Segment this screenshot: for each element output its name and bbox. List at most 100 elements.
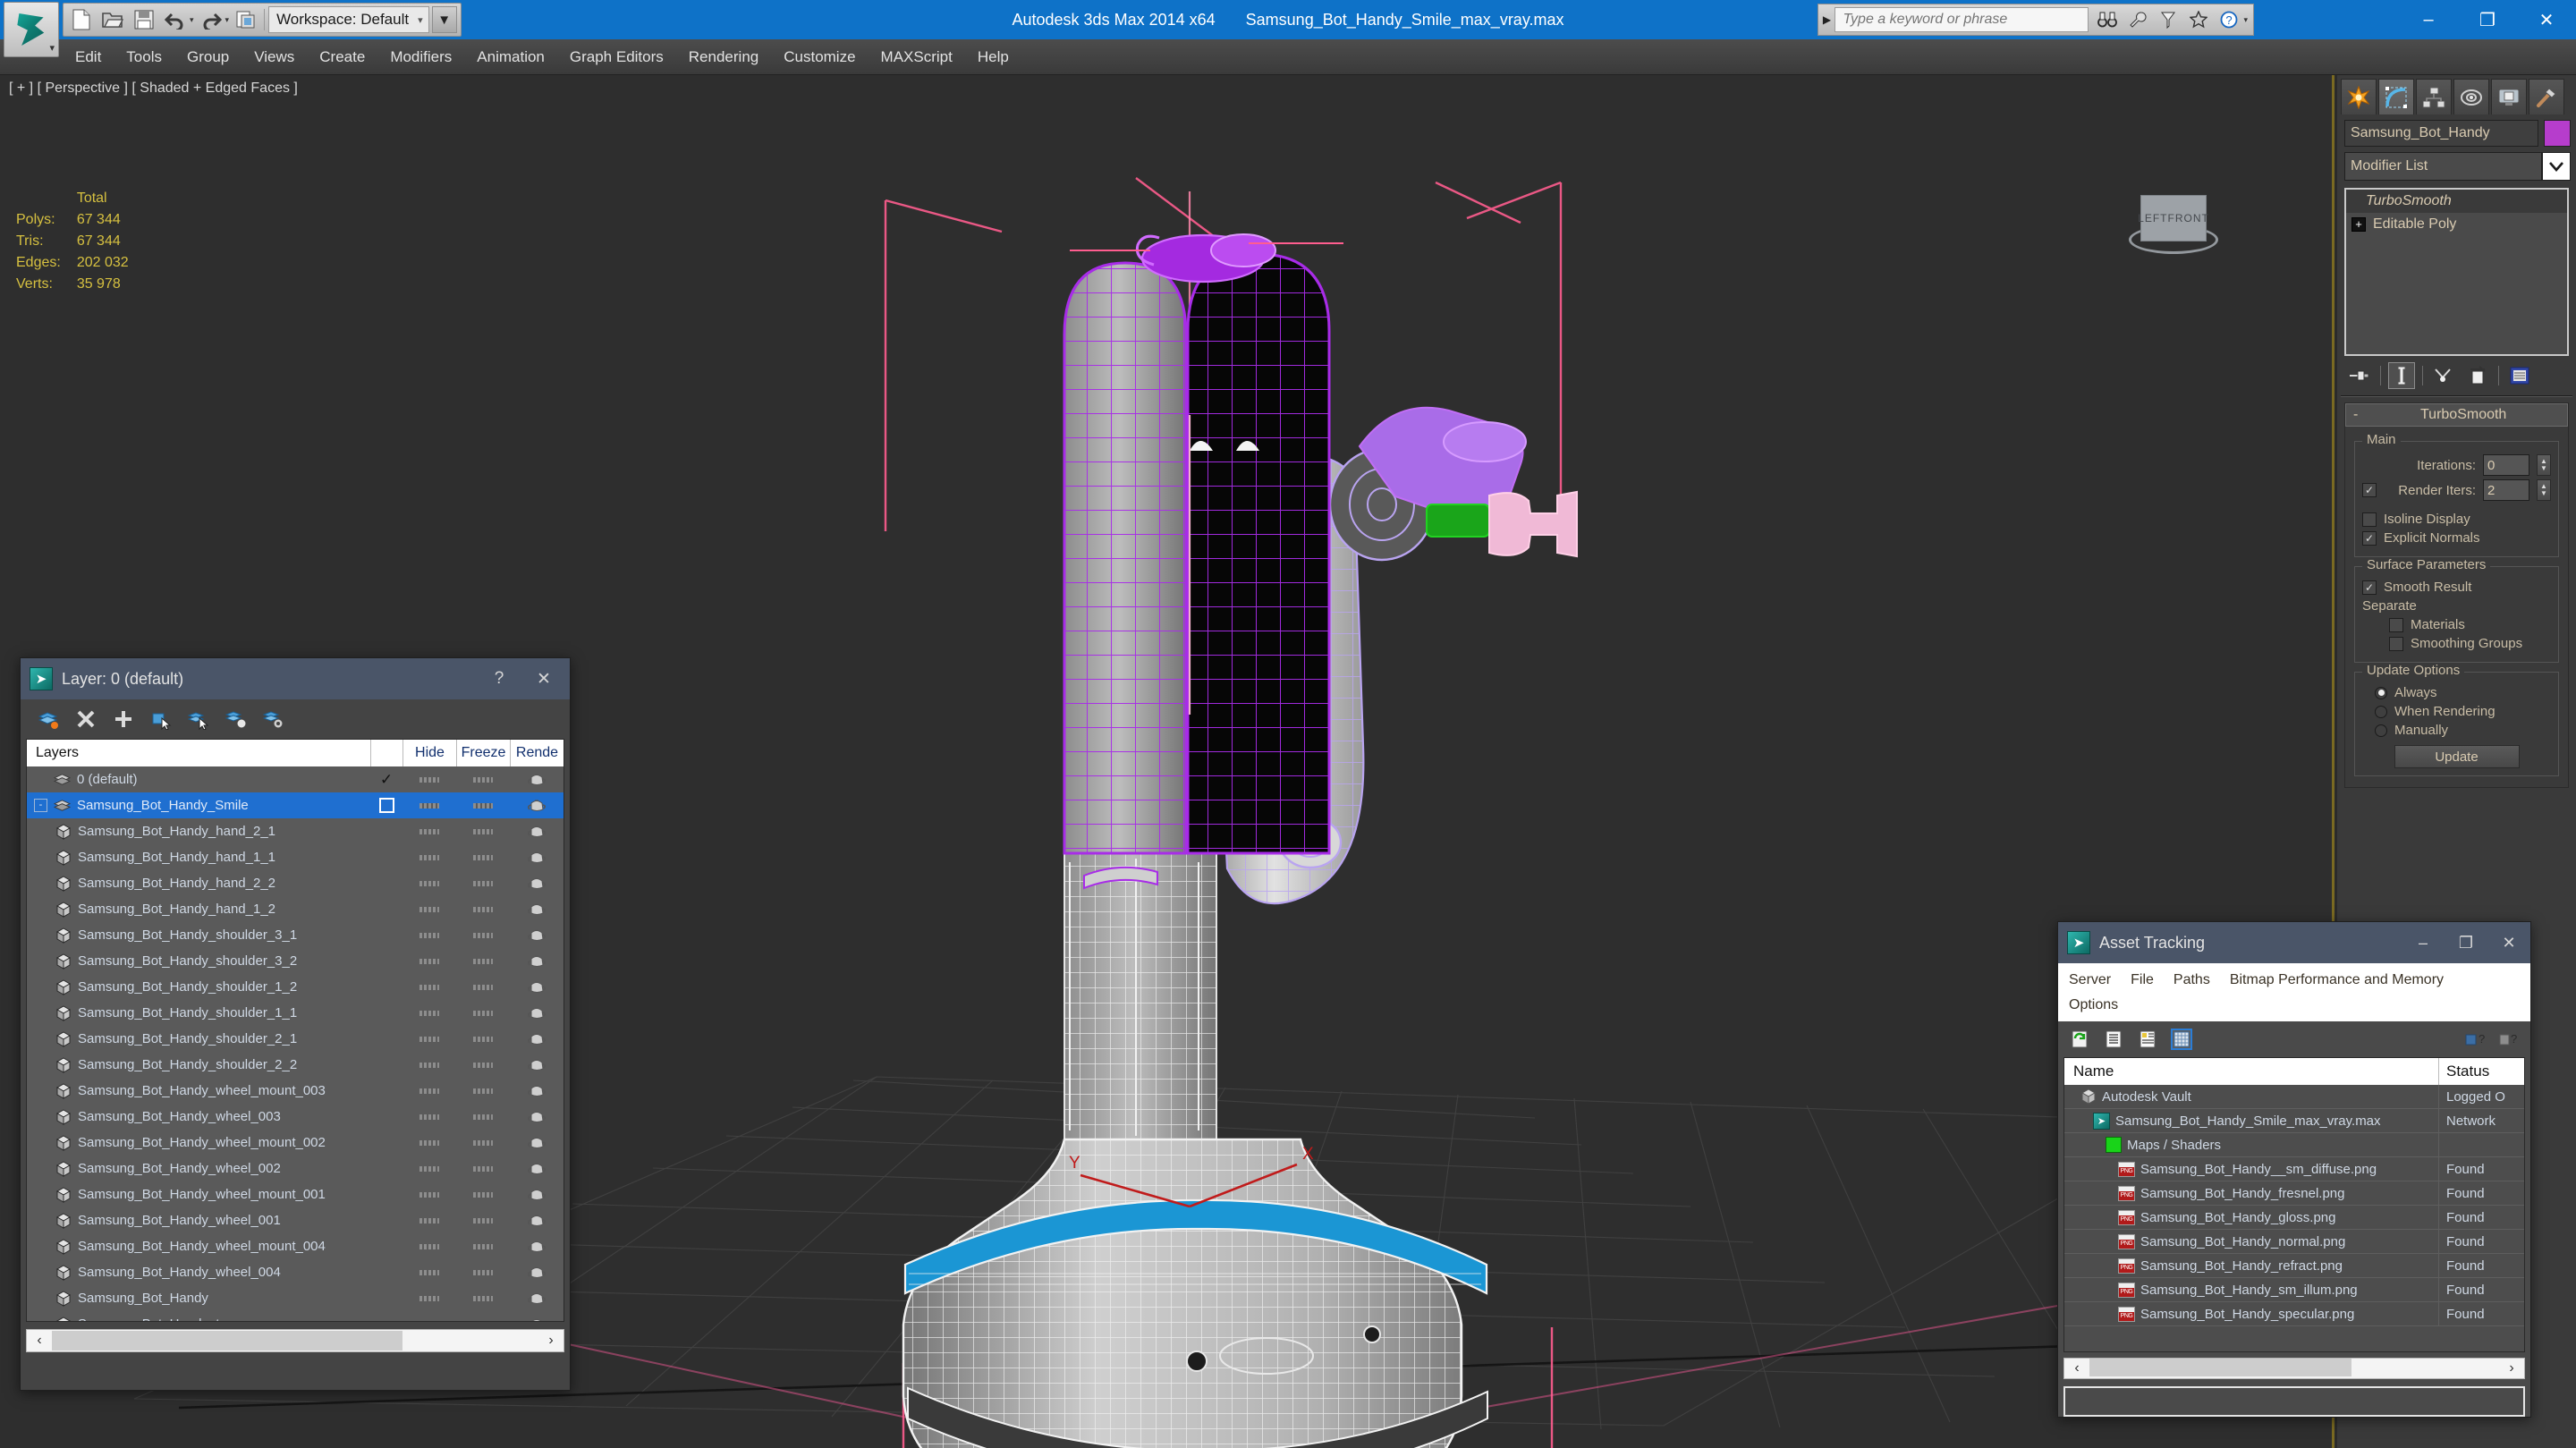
modify-tab[interactable] [2378,79,2414,114]
chevron-right-icon[interactable]: ▶ [1818,13,1835,26]
asset-scroll-track[interactable] [2089,1359,2499,1378]
layer-freeze-toggle[interactable] [456,802,510,809]
modifier-stack-item-turbosmooth[interactable]: TurboSmooth [2346,190,2567,213]
layer-render-toggle[interactable] [510,1135,564,1150]
render-iters-value[interactable]: 2 [2483,479,2529,501]
layer-object-row[interactable]: Samsung_Bot_Handy_shoulder_1_1 [27,1000,564,1026]
layer-object-row[interactable]: Samsung_Bot_Handy_shoulder_3_1 [27,922,564,948]
layer-render-toggle[interactable] [510,902,564,917]
menu-modifiers[interactable]: Modifiers [377,45,464,70]
layer-hide-toggle[interactable] [402,1114,456,1120]
layer-freeze-toggle[interactable] [456,1243,510,1249]
asset-row[interactable]: PNG Samsung_Bot_Handy__sm_diffuse.png Foun… [2064,1156,2524,1181]
layer-object-row[interactable]: Samsung_Bot_Handy_top [27,1311,564,1323]
turbosmooth-rollout-header[interactable]: - TurboSmooth [2345,403,2568,427]
select-objects-in-layer-icon[interactable] [149,707,173,731]
modifier-stack[interactable]: TurboSmooth + Editable Poly [2344,188,2569,356]
configure-modifier-sets-icon[interactable] [2506,362,2533,389]
layer-freeze-toggle[interactable] [456,776,510,783]
layer-hide-toggle[interactable] [402,880,456,886]
layer-render-toggle[interactable] [510,953,564,969]
workspace-menu-button[interactable]: ▼ [431,6,457,33]
layer-freeze-toggle[interactable] [456,984,510,990]
layer-freeze-toggle[interactable] [456,1269,510,1275]
update-option-when-rendering[interactable]: When Rendering [2362,704,2551,719]
chevron-down-icon[interactable] [2542,152,2571,181]
add-selection-to-layer-icon[interactable] [112,707,135,731]
asset-menu-paths[interactable]: Paths [2174,968,2210,993]
scroll-left-icon[interactable]: ‹ [2064,1360,2089,1376]
create-tab[interactable] [2341,79,2377,114]
remove-modifier-trash-icon[interactable] [2464,362,2491,389]
layer-render-toggle[interactable] [510,1161,564,1176]
layer-object-row[interactable]: Samsung_Bot_Handy_wheel_mount_003 [27,1078,564,1104]
layer-object-row[interactable]: Samsung_Bot_Handy_wheel_mount_001 [27,1181,564,1207]
layer-row[interactable]: 0 (default) ✓ [27,766,564,792]
layer-render-toggle[interactable] [510,1317,564,1321]
layer-freeze-toggle[interactable] [456,1322,510,1323]
layer-freeze-toggle[interactable] [456,1114,510,1120]
layer-freeze-toggle[interactable] [456,1165,510,1172]
layer-hide-toggle[interactable] [402,1010,456,1016]
always-radio[interactable] [2375,686,2387,699]
iterations-spinner[interactable]: ▲ ▼ [2537,454,2551,476]
list-view-icon[interactable] [2103,1029,2124,1050]
favorites-star-icon[interactable] [2185,6,2212,33]
menu-graph-editors[interactable]: Graph Editors [557,45,676,70]
asset-row[interactable]: ➤ Samsung_Bot_Handy_Smile_max_vray.max Net… [2064,1108,2524,1133]
application-menu-button[interactable]: ▾ [4,2,59,57]
layer-render-toggle[interactable] [510,1265,564,1280]
asset-menu-bitmap[interactable]: Bitmap Performance and Memory [2230,968,2444,993]
layer-render-toggle[interactable] [510,850,564,865]
layer-freeze-toggle[interactable] [456,1139,510,1146]
layer-object-row[interactable]: Samsung_Bot_Handy_shoulder_2_1 [27,1026,564,1052]
open-file-icon[interactable] [98,5,127,34]
layer-render-toggle[interactable] [510,1291,564,1306]
asset-window-maximize-button[interactable]: ❐ [2445,922,2487,963]
maximize-button[interactable]: ❐ [2458,0,2517,39]
help-dropdown-icon[interactable]: ▾ [2243,15,2248,25]
layer-window-close-button[interactable]: ✕ [521,658,566,699]
object-color-swatch[interactable] [2544,120,2571,147]
search-input[interactable] [1835,7,2089,32]
refresh-icon[interactable] [2069,1029,2090,1050]
object-name-field[interactable]: Samsung_Bot_Handy [2344,120,2538,147]
layer-hide-toggle[interactable] [402,1191,456,1198]
layer-render-toggle[interactable] [510,1187,564,1202]
asset-row[interactable]: Maps / Shaders [2064,1132,2524,1157]
layer-object-row[interactable]: Samsung_Bot_Handy_shoulder_3_2 [27,948,564,974]
update-button[interactable]: Update [2394,745,2520,768]
asset-row[interactable]: PNG Samsung_Bot_Handy_refract.png Found [2064,1253,2524,1278]
menu-customize[interactable]: Customize [771,45,868,70]
layer-object-row[interactable]: Samsung_Bot_Handy_wheel_002 [27,1156,564,1181]
menu-create[interactable]: Create [307,45,377,70]
asset-row-list[interactable]: Autodesk Vault Logged O ➤ Samsung_Bot_Handy… [2064,1084,2524,1326]
layer-object-row[interactable]: Samsung_Bot_Handy_wheel_mount_002 [27,1130,564,1156]
menu-animation[interactable]: Animation [464,45,557,70]
modifier-stack-item-editable-poly[interactable]: + Editable Poly [2346,213,2567,236]
manually-radio[interactable] [2375,724,2387,737]
layer-explorer-window[interactable]: ➤ Layer: 0 (default) ? ✕ Layers Hide Fre… [20,657,571,1391]
undo-icon[interactable] [161,5,190,34]
asset-row[interactable]: PNG Samsung_Bot_Handy_gloss.png Found [2064,1205,2524,1230]
layer-hide-toggle[interactable] [402,1088,456,1094]
delete-layer-icon[interactable] [74,707,97,731]
new-file-icon[interactable] [67,5,96,34]
layer-object-row[interactable]: Samsung_Bot_Handy [27,1285,564,1311]
layer-freeze-toggle[interactable] [456,1217,510,1224]
layer-render-toggle[interactable] [510,798,564,813]
layer-render-toggle[interactable] [510,927,564,943]
layer-hide-toggle[interactable] [402,1036,456,1042]
render-iters-checkbox[interactable]: ✓ [2362,483,2377,497]
display-tab[interactable] [2491,79,2527,114]
search-binoculars-icon[interactable] [2094,6,2121,33]
layer-hide-toggle[interactable] [402,1139,456,1146]
asset-window-close-button[interactable]: ✕ [2487,922,2530,963]
hierarchy-tab[interactable] [2416,79,2452,114]
layer-hide-toggle[interactable] [402,1062,456,1068]
redo-icon[interactable] [197,5,225,34]
layer-hide-toggle[interactable] [402,1295,456,1301]
layer-scroll-track[interactable] [52,1331,538,1351]
update-option-always[interactable]: Always [2362,685,2551,700]
layer-hide-toggle[interactable] [402,802,456,809]
